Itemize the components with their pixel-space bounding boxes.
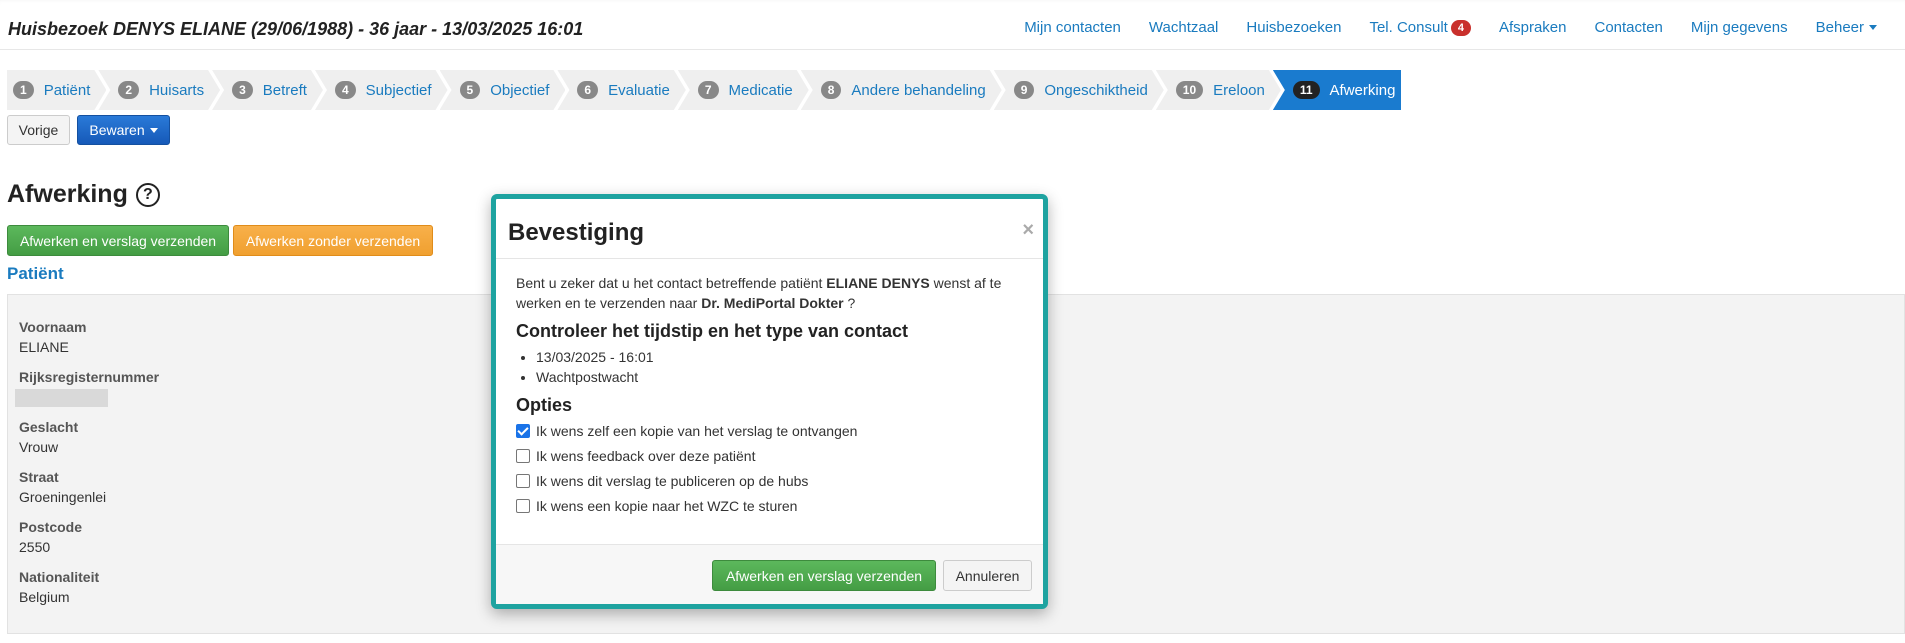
confirm-finish-send-button[interactable]: Afwerken en verslag verzenden xyxy=(712,560,936,591)
contact-type: Wachtpostwacht xyxy=(536,367,1023,387)
close-icon[interactable]: × xyxy=(1022,219,1034,242)
checkbox[interactable] xyxy=(516,474,530,488)
modal-header: Bevestiging × xyxy=(496,199,1043,259)
option-feedback[interactable]: Ik wens feedback over deze patiënt xyxy=(516,446,1023,466)
check-heading: Controleer het tijdstip en het type van … xyxy=(516,321,909,341)
contact-details-list: 13/03/2025 - 16:01 Wachtpostwacht xyxy=(536,347,1023,387)
confirmation-text: Bent u zeker dat u het contact betreffen… xyxy=(516,273,1023,313)
checkbox-checked[interactable] xyxy=(516,424,530,438)
option-copy-report[interactable]: Ik wens zelf een kopie van het verslag t… xyxy=(516,421,1023,441)
cancel-button[interactable]: Annuleren xyxy=(943,560,1032,591)
option-label: Ik wens zelf een kopie van het verslag t… xyxy=(536,423,858,439)
option-label: Ik wens feedback over deze patiënt xyxy=(536,448,756,464)
modal-title: Bevestiging xyxy=(508,219,645,246)
intro-text: Bent u zeker dat u het contact betreffen… xyxy=(516,275,827,291)
checkbox[interactable] xyxy=(516,449,530,463)
modal-body: Bent u zeker dat u het contact betreffen… xyxy=(496,259,1043,516)
modal-overlay: Bevestiging × Bent u zeker dat u het con… xyxy=(0,0,1905,643)
option-label: Ik wens een kopie naar het WZC te sturen xyxy=(536,498,798,514)
contact-datetime: 13/03/2025 - 16:01 xyxy=(536,347,1023,367)
options-heading: Opties xyxy=(516,395,573,415)
checkbox[interactable] xyxy=(516,499,530,513)
confirmation-modal: Bevestiging × Bent u zeker dat u het con… xyxy=(491,194,1048,609)
intro-text-end: ? xyxy=(843,295,856,311)
modal-footer: Afwerken en verslag verzenden Annuleren xyxy=(496,544,1043,604)
option-publish-hubs[interactable]: Ik wens dit verslag te publiceren op de … xyxy=(516,471,1023,491)
option-label: Ik wens dit verslag te publiceren op de … xyxy=(536,473,809,489)
option-copy-wzc[interactable]: Ik wens een kopie naar het WZC te sturen xyxy=(516,496,1023,516)
doctor-name: Dr. MediPortal Dokter xyxy=(701,295,844,311)
patient-name: ELIANE DENYS xyxy=(826,275,930,291)
